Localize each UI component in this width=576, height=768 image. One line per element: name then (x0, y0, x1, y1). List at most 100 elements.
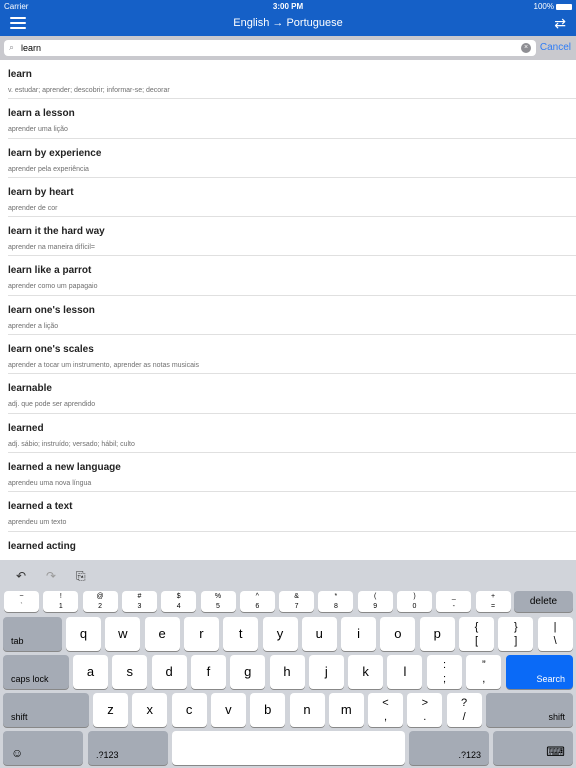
key-u[interactable]: u (301, 617, 337, 651)
space-key[interactable] (172, 731, 405, 765)
key-5[interactable]: % 5 (200, 591, 236, 612)
key--[interactable]: _ - (436, 591, 472, 612)
key-x[interactable]: x (132, 693, 168, 727)
paste-icon[interactable]: ⎘ (76, 569, 86, 584)
key-c[interactable]: c (171, 693, 207, 727)
key-l[interactable]: l (387, 655, 423, 689)
key-p[interactable]: p (419, 617, 455, 651)
result-term: learn like a parrot (8, 265, 92, 277)
search-bar: ⌕ × Cancel (0, 36, 576, 60)
key-r[interactable]: r (183, 617, 219, 651)
key-w[interactable]: w (105, 617, 141, 651)
result-term: learnable (8, 383, 52, 395)
key-char: 1 (58, 603, 63, 610)
list-item[interactable]: learnable adj. que pode ser aprendido (8, 374, 576, 414)
key-char: 2 (98, 603, 103, 610)
key-j[interactable]: j (308, 655, 344, 689)
redo-icon[interactable]: ↷ (46, 569, 56, 583)
key-6[interactable]: ^ 6 (239, 591, 275, 612)
key-i[interactable]: i (341, 617, 377, 651)
key-[[interactable]: {[ (459, 617, 494, 651)
search-icon: ⌕ (9, 42, 15, 52)
key-8[interactable]: * 8 (318, 591, 354, 612)
key-char: b (264, 701, 272, 717)
key-f[interactable]: f (190, 655, 226, 689)
tab-key[interactable]: tab (3, 617, 62, 651)
list-item[interactable]: learn one's lesson aprender a lição (8, 296, 576, 336)
key-o[interactable]: o (380, 617, 416, 651)
key-3[interactable]: #3 (121, 591, 157, 612)
key-=[interactable]: + = (475, 591, 511, 612)
key-sym[interactable]: ”, (466, 655, 502, 689)
list-item[interactable]: learned acting (8, 532, 576, 560)
cancel-button[interactable]: Cancel (540, 42, 571, 53)
key-y[interactable]: y (262, 617, 298, 651)
numbers-key-left[interactable]: .?123 (88, 731, 168, 765)
key-q[interactable]: q (66, 617, 101, 651)
list-item[interactable]: learn like a parrot aprender como um pap… (8, 256, 576, 296)
key-b[interactable]: b (250, 693, 286, 727)
key-char: x (146, 701, 154, 717)
key-d[interactable]: d (151, 655, 187, 689)
key-t[interactable]: t (223, 617, 259, 651)
results-list: learn v. estudar; aprender; descobrir; i… (0, 60, 576, 560)
numbers-key-right[interactable]: .?123 (409, 731, 489, 765)
clear-icon[interactable]: × (521, 43, 531, 53)
shift-left-key[interactable]: shift (3, 693, 89, 727)
result-translation: aprender de cor (8, 204, 58, 212)
key-2[interactable]: @2 (82, 591, 118, 612)
emoji-key[interactable]: ☺ (3, 731, 83, 765)
list-item[interactable]: learn a lesson aprender uma lição (8, 99, 576, 139)
battery-percent: 100% (533, 2, 554, 11)
key-char: m (340, 701, 352, 717)
key-char: 6 (255, 603, 260, 610)
list-item[interactable]: learn it the hard way aprender na maneir… (8, 217, 576, 257)
key-e[interactable]: e (144, 617, 180, 651)
search-input[interactable] (21, 41, 511, 55)
undo-icon[interactable]: ↶ (16, 569, 26, 583)
key-n[interactable]: n (289, 693, 325, 727)
key-0[interactable]: ) 0 (397, 591, 432, 612)
delete-key[interactable]: delete (514, 591, 573, 612)
key-v[interactable]: v (210, 693, 246, 727)
key-s[interactable]: s (112, 655, 148, 689)
shift-right-key[interactable]: shift (486, 693, 573, 727)
clock: 3:00 PM (272, 2, 304, 11)
key-char: 0 (412, 603, 417, 610)
key-char: , (383, 711, 388, 723)
key-a[interactable]: a (73, 655, 108, 689)
key-shift-char: ? (461, 697, 468, 709)
key-sym[interactable]: :; (427, 655, 462, 689)
key-sym[interactable]: ? / (446, 693, 482, 727)
key-g[interactable]: g (230, 655, 266, 689)
list-item[interactable]: learned adj. sábio; instruído; versado; … (8, 414, 576, 453)
key-k[interactable]: k (348, 655, 384, 689)
list-item[interactable]: learn by experience aprender pela experi… (8, 139, 576, 178)
list-item[interactable]: learned a text aprendeu um texto (8, 492, 576, 532)
key-m[interactable]: m (328, 693, 364, 727)
key-z[interactable]: z (93, 693, 128, 727)
search-key[interactable]: Search (506, 655, 573, 689)
key-sym[interactable]: <, (368, 693, 403, 727)
key-][interactable]: }] (498, 617, 534, 651)
key-4[interactable]: $4 (161, 591, 197, 612)
result-term: learn one's scales (8, 344, 94, 356)
caps-lock-key[interactable]: caps lock (3, 655, 69, 689)
swap-arrows-icon[interactable]: ⇄ (554, 15, 566, 32)
list-item[interactable]: learn v. estudar; aprender; descobrir; i… (8, 60, 576, 100)
key-shift-char: < (382, 697, 389, 709)
key-char: 4 (176, 603, 181, 610)
list-item[interactable]: learned a new language aprendeu uma nova… (8, 453, 576, 493)
key-`[interactable]: ~ ` (4, 591, 39, 612)
tab-label: tab (11, 636, 24, 646)
key-9[interactable]: (9 (357, 591, 393, 612)
list-item[interactable]: learn by heart aprender de cor (8, 178, 576, 218)
key-sym[interactable]: >. (407, 693, 443, 727)
hide-keyboard-key[interactable]: ⌨ (493, 731, 573, 765)
key-7[interactable]: & 7 (279, 591, 315, 612)
key-char: g (244, 663, 252, 679)
list-item[interactable]: learn one's scales aprender a tocar um i… (8, 335, 576, 375)
key-1[interactable]: ! 1 (43, 591, 79, 612)
key-h[interactable]: h (269, 655, 305, 689)
key-\[interactable]: | \ (537, 617, 573, 651)
